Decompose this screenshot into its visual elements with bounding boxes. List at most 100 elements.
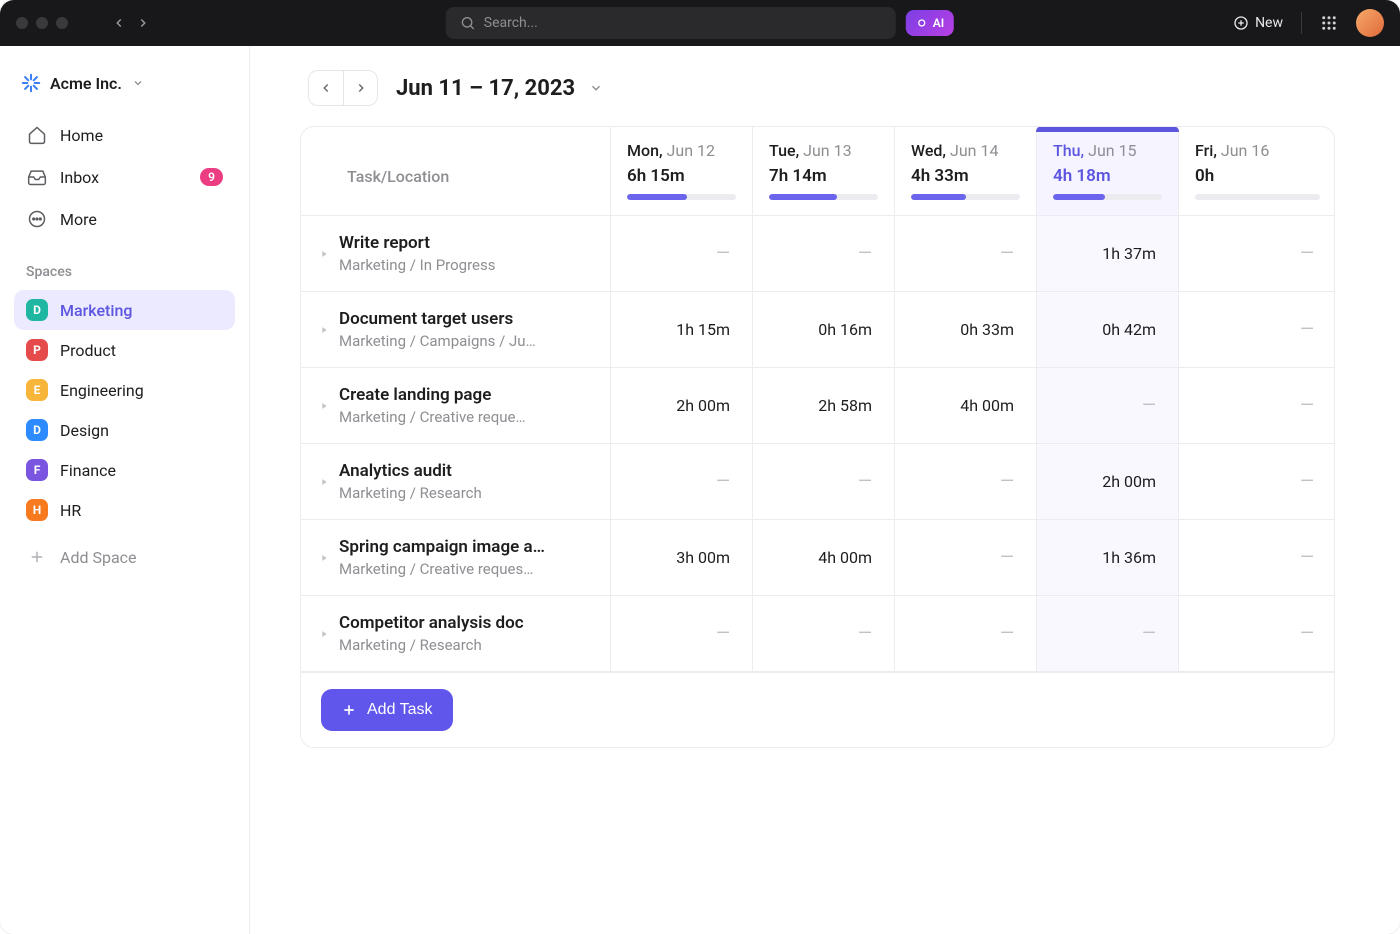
main-content: Jun 11 – 17, 2023 Task/Location Mon, Jun…	[250, 46, 1400, 934]
time-cell[interactable]: 0h 33m	[895, 292, 1037, 367]
expand-row-icon[interactable]	[319, 477, 331, 487]
prev-week-button[interactable]	[309, 71, 343, 105]
task-location: Marketing / Research	[339, 636, 594, 654]
table-row: Competitor analysis doc Marketing / Rese…	[301, 595, 1334, 671]
time-cell[interactable]: 3h 00m	[611, 520, 753, 595]
time-cell[interactable]: —	[753, 216, 895, 291]
time-cell[interactable]: —	[1179, 520, 1335, 595]
task-location: Marketing / Research	[339, 484, 594, 502]
nav-home[interactable]: Home	[14, 114, 235, 156]
time-cell[interactable]: —	[895, 520, 1037, 595]
task-title: Create landing page	[339, 385, 594, 405]
nav-inbox[interactable]: Inbox 9	[14, 156, 235, 198]
expand-row-icon[interactable]	[319, 249, 331, 259]
time-cell[interactable]: 2h 00m	[611, 368, 753, 443]
time-cell[interactable]: —	[1179, 596, 1335, 671]
column-header-day: Mon, Jun 12 6h 15m	[611, 127, 753, 215]
table-row: Create landing page Marketing / Creative…	[301, 367, 1334, 443]
nav-inbox-label: Inbox	[60, 168, 99, 187]
workspace-name: Acme Inc.	[50, 74, 122, 93]
back-button[interactable]	[112, 16, 126, 30]
task-location: Marketing / Creative reques…	[339, 560, 594, 578]
time-cell[interactable]: —	[1037, 596, 1179, 671]
task-cell[interactable]: Document target users Marketing / Campai…	[301, 292, 611, 367]
expand-row-icon[interactable]	[319, 401, 331, 411]
time-cell[interactable]: —	[611, 596, 753, 671]
time-cell[interactable]: —	[895, 596, 1037, 671]
traffic-close[interactable]	[16, 17, 28, 29]
time-cell[interactable]: —	[611, 444, 753, 519]
day-progress-bar	[627, 194, 736, 200]
expand-row-icon[interactable]	[319, 325, 331, 335]
traffic-min[interactable]	[36, 17, 48, 29]
task-cell[interactable]: Create landing page Marketing / Creative…	[301, 368, 611, 443]
time-cell[interactable]: 0h 16m	[753, 292, 895, 367]
nav-more[interactable]: More	[14, 198, 235, 240]
time-cell[interactable]: —	[1037, 368, 1179, 443]
task-location: Marketing / Campaigns / Ju…	[339, 332, 594, 350]
time-cell[interactable]: —	[753, 444, 895, 519]
space-label: Product	[60, 341, 116, 360]
user-avatar[interactable]	[1356, 9, 1384, 37]
task-location: Marketing / Creative reque…	[339, 408, 594, 426]
column-header-task: Task/Location	[301, 127, 611, 215]
expand-row-icon[interactable]	[319, 629, 331, 639]
time-cell[interactable]: 1h 15m	[611, 292, 753, 367]
task-title: Write report	[339, 233, 594, 253]
task-cell[interactable]: Analytics audit Marketing / Research	[301, 444, 611, 519]
space-label: HR	[60, 501, 81, 520]
global-search[interactable]: Search...	[446, 7, 896, 39]
workspace-switcher[interactable]: Acme Inc.	[20, 72, 229, 94]
task-cell[interactable]: Competitor analysis doc Marketing / Rese…	[301, 596, 611, 671]
add-space-button[interactable]: Add Space	[14, 536, 235, 578]
task-cell[interactable]: Spring campaign image a… Marketing / Cre…	[301, 520, 611, 595]
time-cell[interactable]: —	[1179, 444, 1335, 519]
sidebar: Acme Inc. Home Inbox 9 More Spaces D Mar	[0, 46, 250, 934]
day-progress-bar	[1195, 194, 1320, 200]
new-button[interactable]: New	[1233, 15, 1283, 31]
time-cell[interactable]: —	[611, 216, 753, 291]
ai-button[interactable]: AI	[906, 10, 954, 36]
add-task-button[interactable]: Add Task	[321, 689, 453, 731]
space-item-engineering[interactable]: E Engineering	[14, 370, 235, 410]
time-cell[interactable]: 2h 00m	[1037, 444, 1179, 519]
time-cell[interactable]: 0h 42m	[1037, 292, 1179, 367]
task-cell[interactable]: Write report Marketing / In Progress	[301, 216, 611, 291]
time-cell[interactable]: 4h 00m	[753, 520, 895, 595]
space-item-design[interactable]: D Design	[14, 410, 235, 450]
traffic-max[interactable]	[56, 17, 68, 29]
time-cell[interactable]: —	[895, 216, 1037, 291]
forward-button[interactable]	[136, 16, 150, 30]
inbox-icon	[26, 166, 48, 188]
table-row: Write report Marketing / In Progress ———…	[301, 215, 1334, 291]
space-item-finance[interactable]: F Finance	[14, 450, 235, 490]
time-cell[interactable]: —	[895, 444, 1037, 519]
time-cell[interactable]: 1h 36m	[1037, 520, 1179, 595]
space-item-marketing[interactable]: D Marketing	[14, 290, 235, 330]
spaces-section-label: Spaces	[26, 264, 223, 280]
table-row: Document target users Marketing / Campai…	[301, 291, 1334, 367]
apps-icon[interactable]	[1320, 14, 1338, 32]
timesheet-table: Task/Location Mon, Jun 12 6h 15m Tue, Ju…	[300, 126, 1335, 748]
time-cell[interactable]: 1h 37m	[1037, 216, 1179, 291]
day-label: Fri, Jun 16	[1195, 141, 1320, 160]
next-week-button[interactable]	[343, 71, 377, 105]
time-cell[interactable]: —	[1179, 216, 1335, 291]
time-cell[interactable]: —	[1179, 292, 1335, 367]
time-cell[interactable]: 2h 58m	[753, 368, 895, 443]
date-pager	[308, 70, 378, 106]
task-title: Competitor analysis doc	[339, 613, 594, 633]
time-cell[interactable]: 4h 00m	[895, 368, 1037, 443]
time-cell[interactable]: —	[1179, 368, 1335, 443]
add-task-label: Add Task	[367, 701, 433, 719]
column-header-day: Thu, Jun 15 4h 18m	[1037, 127, 1179, 215]
day-progress-bar	[911, 194, 1020, 200]
space-item-product[interactable]: P Product	[14, 330, 235, 370]
day-total: 7h 14m	[769, 166, 878, 186]
space-item-hr[interactable]: H HR	[14, 490, 235, 530]
date-range-dropdown[interactable]	[589, 81, 603, 95]
time-cell[interactable]: —	[753, 596, 895, 671]
expand-row-icon[interactable]	[319, 553, 331, 563]
task-title: Document target users	[339, 309, 594, 329]
column-header-day: Wed, Jun 14 4h 33m	[895, 127, 1037, 215]
